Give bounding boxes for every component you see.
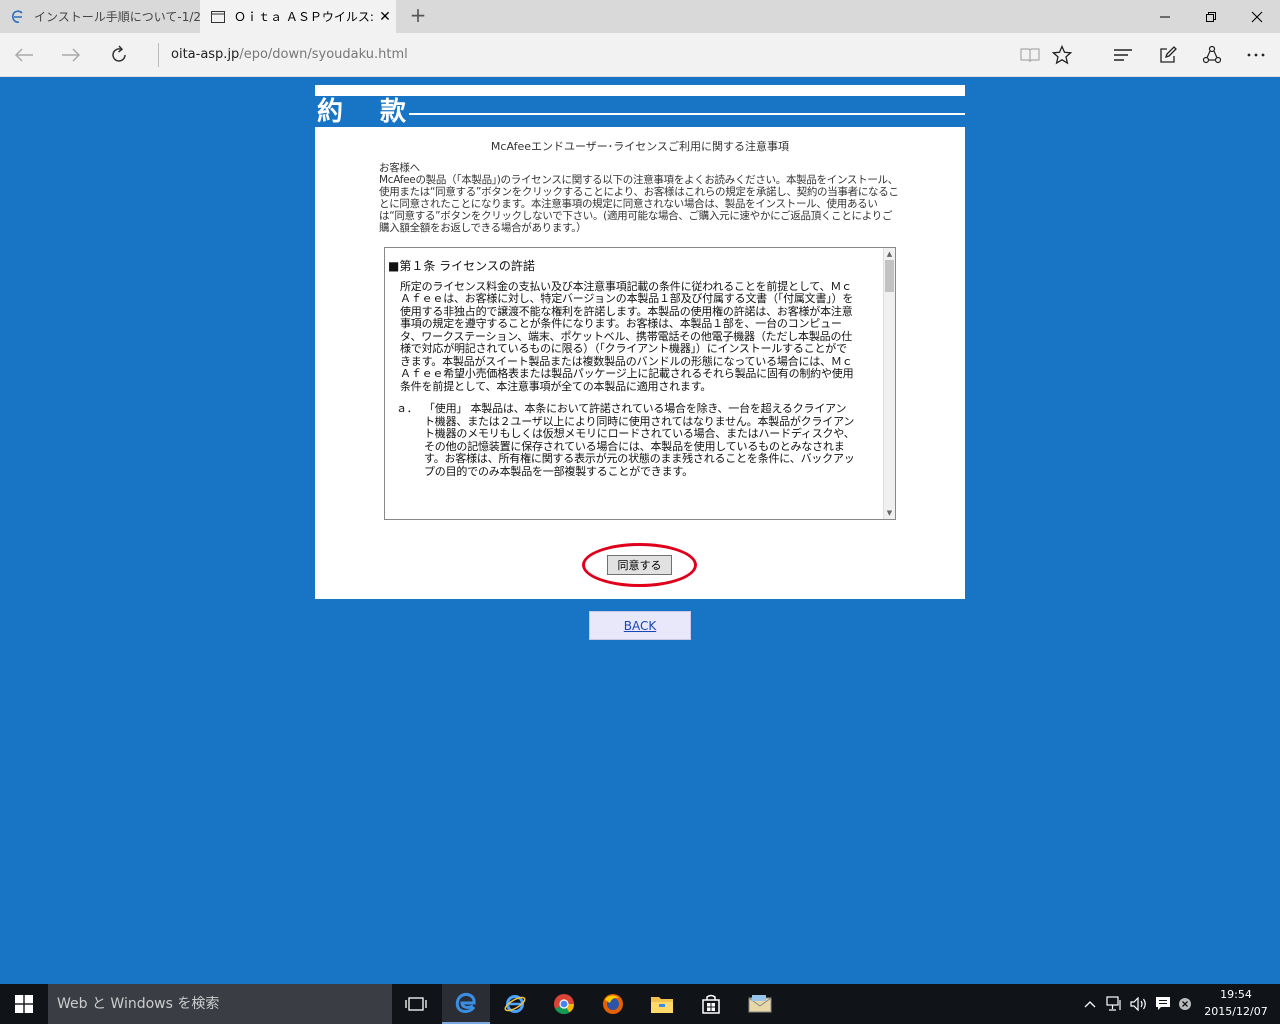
- edge-icon[interactable]: [442, 984, 490, 1024]
- page-icon: [210, 9, 226, 25]
- share-icon[interactable]: [1197, 41, 1227, 69]
- page-title: 約 款: [317, 97, 421, 127]
- back-link-box[interactable]: BACK: [589, 611, 691, 640]
- title-rule: [409, 113, 965, 115]
- show-hidden-icons-chevron-icon[interactable]: [1080, 984, 1100, 1024]
- close-window-button[interactable]: [1234, 0, 1280, 33]
- clock-time: 19:54: [1220, 988, 1252, 1001]
- firefox-icon[interactable]: [589, 984, 637, 1024]
- scroll-thumb[interactable]: [885, 260, 894, 292]
- notification-close-icon[interactable]: [1174, 984, 1196, 1024]
- minimize-button[interactable]: [1142, 0, 1188, 33]
- back-link[interactable]: BACK: [624, 619, 656, 633]
- tab-bar: インストール手順について-1/2- | Ｏｉｔａ ＡＳＰウイルス: ✕ +: [0, 0, 1280, 33]
- taskbar: Web と Windows を検索 19:54 2015/12/07: [0, 984, 1280, 1024]
- url-field[interactable]: oita-asp.jp/epo/down/syoudaku.html: [158, 43, 408, 67]
- agree-button[interactable]: 同意する: [607, 555, 672, 575]
- close-tab-icon[interactable]: ✕: [374, 9, 396, 25]
- tab-oita-asp[interactable]: Ｏｉｔａ ＡＳＰウイルス: ✕: [200, 0, 396, 33]
- item-mark: ａ．: [396, 402, 418, 415]
- tab-label: Ｏｉｔａ ＡＳＰウイルス:: [234, 10, 374, 24]
- clock-date: 2015/12/07: [1204, 1005, 1268, 1018]
- tab-label: インストール手順について-1/2- |: [34, 10, 200, 24]
- back-arrow-button[interactable]: [9, 41, 39, 69]
- address-toolbar: oita-asp.jp/epo/down/syoudaku.html: [0, 33, 1280, 77]
- agreement-panel: 約 款 McAfeeエンドユーザー･ライセンスご利用に関する注意事項 お客様へ …: [315, 85, 965, 599]
- ie-page-icon: [10, 9, 26, 25]
- internet-explorer-icon[interactable]: [491, 984, 539, 1024]
- chrome-icon[interactable]: [540, 984, 588, 1024]
- file-explorer-icon[interactable]: [638, 984, 686, 1024]
- license-item-a: ａ． 「使用」 本製品は、本条において許諾されている場合を除き、一台を超えるクラ…: [388, 402, 882, 478]
- license-heading: ■第１条 ライセンスの許諾: [388, 259, 535, 273]
- hub-icon[interactable]: [1108, 41, 1138, 69]
- url-host: oita-asp.jp: [171, 47, 240, 62]
- favorite-star-icon[interactable]: [1047, 41, 1077, 69]
- refresh-button[interactable]: [104, 41, 134, 69]
- start-button[interactable]: [0, 984, 48, 1024]
- taskbar-clock[interactable]: 19:54 2015/12/07: [1200, 986, 1272, 1020]
- scroll-up-arrow-icon[interactable]: ▲: [884, 248, 895, 260]
- volume-icon[interactable]: [1127, 984, 1151, 1024]
- license-scrollbar[interactable]: ▲ ▼: [883, 248, 895, 519]
- store-icon[interactable]: [687, 984, 735, 1024]
- intro-text: お客様へ McAfeeの製品（｢本製品｣)のライセンスに関する以下の注意事項をよ…: [379, 162, 899, 234]
- license-textarea[interactable]: ■第１条 ライセンスの許諾 所定のライセンス料金の支払い及び本注意事項記載の条件…: [384, 247, 896, 520]
- new-tab-button[interactable]: +: [406, 4, 430, 28]
- taskbar-search-input[interactable]: Web と Windows を検索: [48, 984, 392, 1024]
- mail-app-icon[interactable]: [736, 984, 784, 1024]
- windows-logo-icon: [15, 995, 33, 1013]
- tab-install-guide[interactable]: インストール手順について-1/2- |: [0, 0, 200, 33]
- task-view-icon[interactable]: [392, 984, 440, 1024]
- web-note-icon[interactable]: [1153, 41, 1183, 69]
- forward-arrow-button[interactable]: [56, 41, 86, 69]
- scroll-down-arrow-icon[interactable]: ▼: [884, 507, 895, 519]
- reading-view-icon[interactable]: [1015, 41, 1045, 69]
- network-icon[interactable]: [1103, 984, 1127, 1024]
- item-text: 「使用」 本製品は、本条において許諾されている場合を除き、一台を超えるクライアン…: [424, 402, 855, 478]
- restore-button[interactable]: [1188, 0, 1234, 33]
- action-center-icon[interactable]: [1151, 984, 1175, 1024]
- url-path: /epo/down/syoudaku.html: [239, 47, 408, 62]
- notice-title: McAfeeエンドユーザー･ライセンスご利用に関する注意事項: [490, 140, 790, 153]
- more-options-icon[interactable]: [1241, 41, 1271, 69]
- license-paragraph: 所定のライセンス料金の支払い及び本注意事項記載の条件に従われることを前提として、…: [400, 279, 854, 393]
